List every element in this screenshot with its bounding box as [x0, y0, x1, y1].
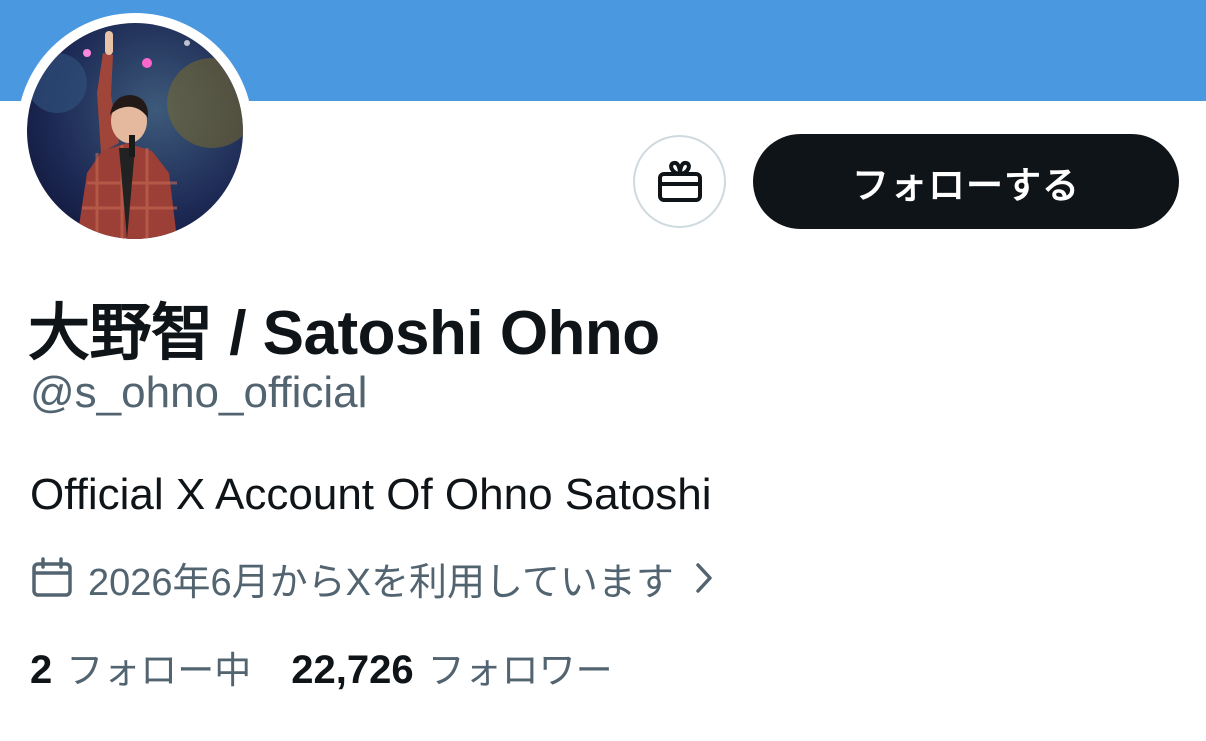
join-date-text: 2026年6月からXを利用しています	[88, 561, 674, 604]
following-label: フォロー中	[66, 650, 252, 691]
gift-button[interactable]	[633, 135, 726, 228]
avatar-photo	[27, 23, 243, 239]
avatar[interactable]	[27, 23, 243, 239]
gift-icon	[656, 160, 704, 204]
followers-count: 22,726	[291, 648, 414, 692]
followers-link[interactable]: 22,726 フォロワー	[291, 640, 612, 694]
calendar-icon	[30, 557, 74, 599]
follow-button[interactable]: フォローする	[753, 134, 1179, 229]
join-date-row[interactable]: 2026年6月からXを利用しています	[30, 553, 714, 604]
user-handle: @s_ohno_official	[30, 368, 368, 417]
following-count: 2	[30, 648, 53, 692]
following-link[interactable]: 2 フォロー中	[30, 640, 251, 694]
follow-stats: 2 フォロー中 22,726 フォロワー	[30, 640, 613, 694]
profile-bio: Official X Account Of Ohno Satoshi	[30, 470, 712, 519]
display-name: 大野智 / Satoshi Ohno	[28, 299, 660, 368]
followers-label: フォロワー	[427, 650, 613, 691]
chevron-right-icon	[694, 561, 714, 595]
